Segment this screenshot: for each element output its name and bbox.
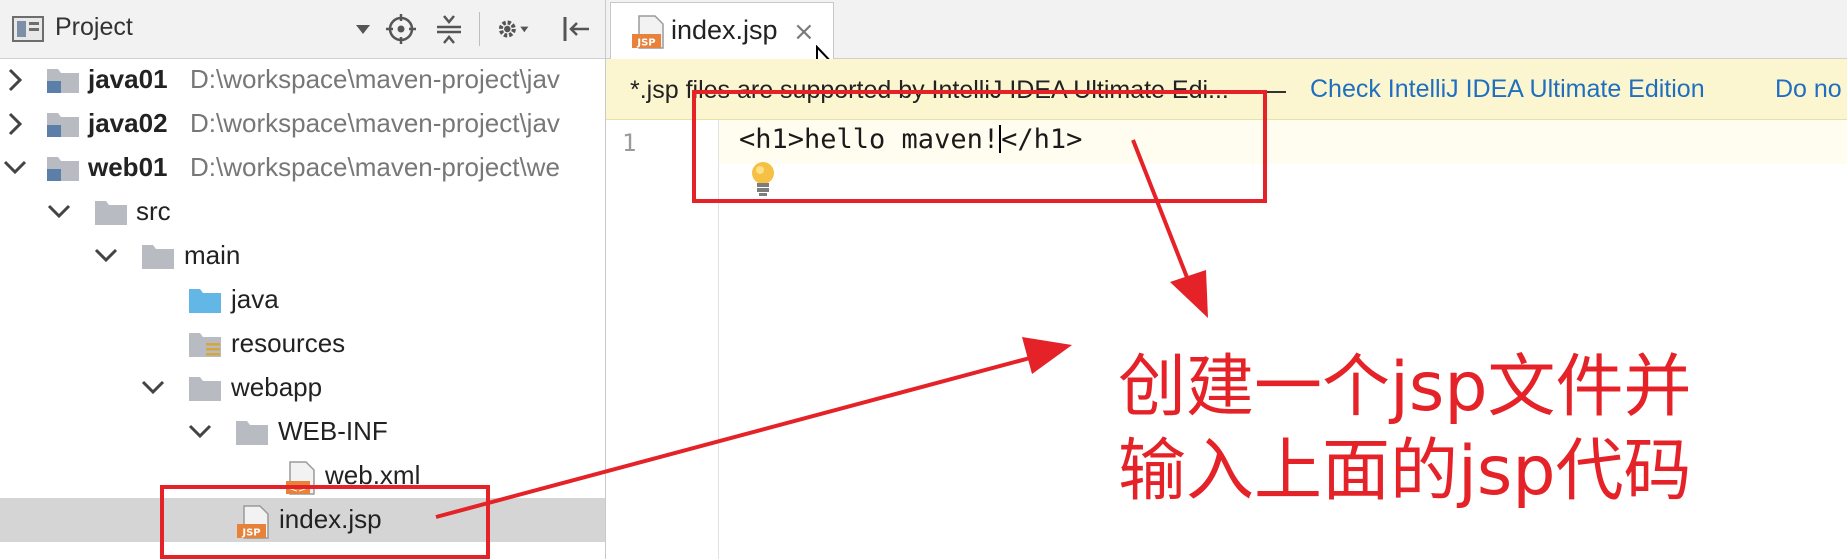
chevron-right-icon[interactable] (4, 111, 28, 137)
tree-item-path: D:\workspace\maven-project\jav (190, 108, 560, 138)
svg-text:JSP: JSP (241, 528, 260, 539)
tab-label: index.jsp (671, 15, 778, 45)
folder-icon (188, 373, 222, 410)
tree-item-label: web.xml (325, 460, 421, 490)
code-after-caret: </h1> (1001, 124, 1083, 155)
folder-icon (235, 417, 269, 454)
tree-item-web01[interactable]: web01 D:\workspace\maven-project\we (0, 146, 605, 190)
jsp-file-icon: JSP (631, 15, 665, 53)
tree-item-label: java (231, 284, 279, 314)
chevron-down-icon[interactable] (140, 375, 165, 401)
collapse-all-icon[interactable] (432, 12, 466, 46)
chevron-down-icon[interactable] (2, 155, 27, 181)
chevron-right-icon[interactable] (4, 67, 28, 93)
tree-item-web-xml[interactable]: <> web.xml (0, 454, 605, 498)
tree-item-label: main (184, 240, 241, 270)
module-folder-icon (46, 65, 80, 102)
chevron-down-icon[interactable] (187, 419, 212, 445)
tree-item-label: webapp (231, 372, 323, 402)
xml-file-icon: <> (284, 461, 316, 502)
source-folder-icon (188, 285, 222, 322)
tree-item-label: java02 (88, 108, 168, 138)
tree-item-label: web01 (88, 152, 168, 182)
tree-item-src[interactable]: src (0, 190, 605, 234)
project-view-icon[interactable] (12, 16, 44, 42)
editor-tab-bar: JSP index.jsp × (606, 0, 1847, 80)
code-editor[interactable]: <h1>hello maven!</h1> (719, 120, 1847, 559)
tab-index-jsp[interactable]: JSP index.jsp × (610, 2, 834, 59)
project-panel-title[interactable]: Project (55, 13, 133, 42)
do-not-show-link[interactable]: Do no (1775, 75, 1842, 104)
module-folder-icon (46, 109, 80, 146)
line-number: 1 (622, 129, 637, 157)
chevron-down-icon[interactable] (93, 243, 118, 269)
tree-item-resources[interactable]: resources (0, 322, 605, 366)
tree-item-label: index.jsp (279, 504, 382, 534)
folder-icon (94, 197, 128, 234)
code-before-caret: <h1>hello maven! (739, 124, 1000, 155)
tree-item-web-inf[interactable]: WEB-INF (0, 410, 605, 454)
project-panel: Project java01 D:\workspace\maven-projec… (0, 0, 606, 559)
locate-target-icon[interactable] (384, 12, 418, 46)
lightbulb-icon[interactable] (749, 160, 777, 202)
tree-item-webapp[interactable]: webapp (0, 366, 605, 410)
tree-item-label: java01 (88, 64, 168, 94)
folder-icon (141, 241, 175, 278)
check-ultimate-link[interactable]: Check IntelliJ IDEA Ultimate Edition (1310, 75, 1705, 104)
editor-area: JSP index.jsp × *.jsp files are supporte… (606, 0, 1847, 559)
tree-item-main[interactable]: main (0, 234, 605, 278)
tree-item-index-jsp[interactable]: JSP index.jsp (0, 498, 605, 542)
svg-text:<>: <> (289, 482, 307, 495)
toolbar-divider (479, 12, 480, 46)
tree-item-java[interactable]: java (0, 278, 605, 322)
settings-gear-icon[interactable] (496, 12, 530, 46)
tree-item-java01[interactable]: java01 D:\workspace\maven-project\jav (0, 58, 605, 102)
close-tab-icon[interactable]: × (793, 17, 815, 47)
code-line-1[interactable]: <h1>hello maven!</h1> (739, 124, 1082, 155)
line-gutter: 1 (606, 120, 719, 559)
hide-panel-icon[interactable] (558, 12, 592, 46)
module-folder-icon (46, 153, 80, 190)
jsp-file-icon: JSP (236, 505, 270, 546)
svg-text:JSP: JSP (636, 38, 655, 49)
banner-strike-line (706, 91, 1286, 93)
chevron-down-icon[interactable] (46, 199, 71, 225)
tree-item-label: resources (231, 328, 346, 358)
tree-item-java02[interactable]: java02 D:\workspace\maven-project\jav (0, 102, 605, 146)
ultimate-edition-banner: *.jsp files are supported by IntelliJ ID… (606, 59, 1847, 120)
project-panel-header: Project (0, 0, 605, 59)
tree-item-label: WEB-INF (278, 416, 388, 446)
view-dropdown-icon[interactable] (346, 12, 380, 46)
tree-item-label: src (136, 196, 171, 226)
tree-item-path: D:\workspace\maven-project\jav (190, 64, 560, 94)
tree-item-path: D:\workspace\maven-project\we (190, 152, 560, 182)
resources-folder-icon (188, 329, 222, 366)
